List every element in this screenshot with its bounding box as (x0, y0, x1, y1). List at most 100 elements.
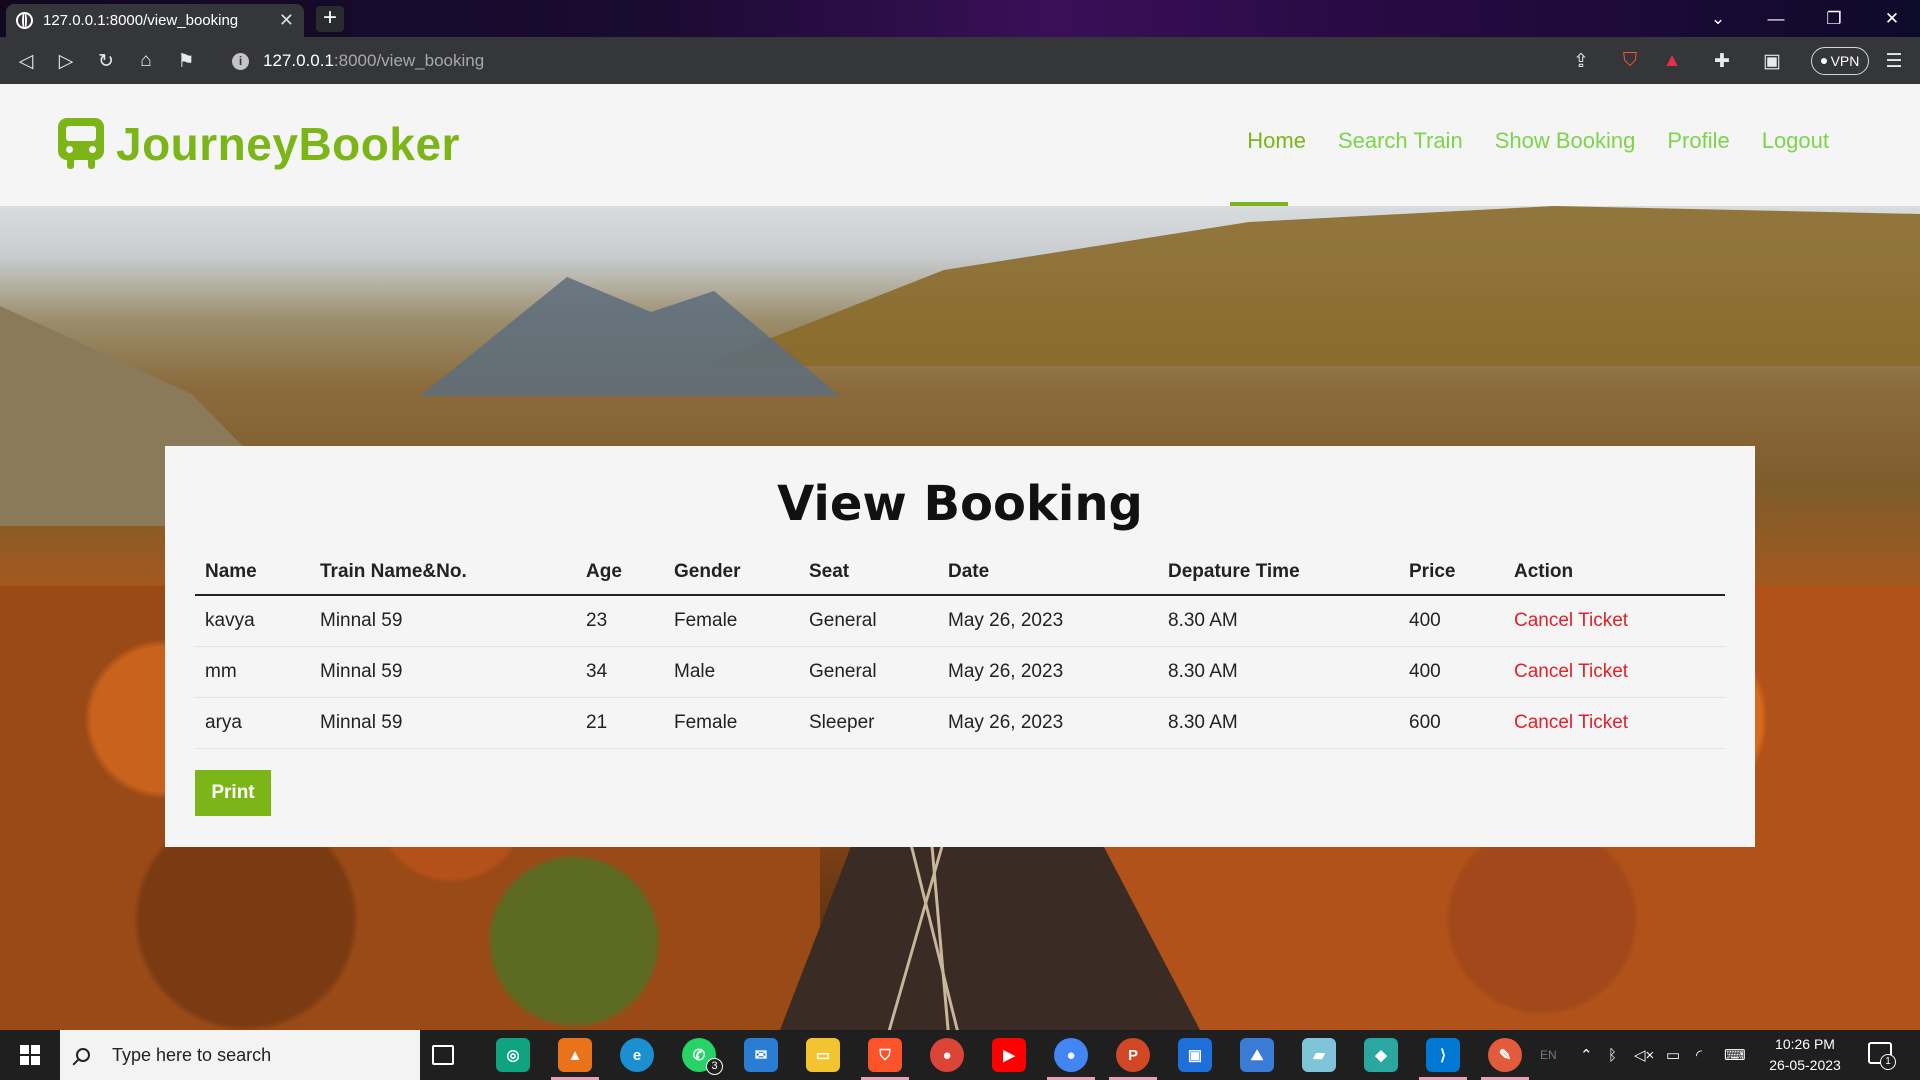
globe-icon (16, 12, 33, 29)
column-header: Seat (799, 550, 938, 596)
address-bar[interactable]: i 127.0.0.1 :8000/view_booking (218, 43, 1563, 79)
youtube-icon[interactable]: ▶ (992, 1038, 1026, 1072)
share-icon[interactable]: ⇪ (1565, 45, 1597, 77)
cell-name: kavya (195, 595, 310, 647)
nav-logout[interactable]: Logout (1762, 128, 1829, 154)
search-placeholder: Type here to search (112, 1044, 272, 1065)
booking-card: View Booking Name Train Name&No. Age Gen… (165, 446, 1755, 847)
wifi-icon[interactable]: ◜ (1696, 1030, 1702, 1080)
cell-price: 400 (1399, 646, 1504, 698)
powerpoint-icon[interactable]: P (1116, 1038, 1150, 1072)
show-hidden-icons-icon[interactable]: ⌃ (1580, 1030, 1593, 1080)
taskbar-search[interactable]: Type here to search (60, 1030, 420, 1080)
tab-close-button[interactable]: ✕ (279, 10, 294, 31)
snip-app-icon[interactable]: ◆ (1364, 1038, 1398, 1072)
site-info-icon[interactable]: i (232, 52, 249, 70)
back-icon[interactable]: ◁ (10, 45, 42, 77)
table-row: kavya Minnal 59 23 Female General May 26… (195, 595, 1725, 647)
brave-shield-icon[interactable]: ⛉ (1614, 45, 1646, 77)
tab-title: 127.0.0.1:8000/view_booking (43, 12, 239, 29)
vpn-label: VPN (1830, 53, 1860, 69)
browser-tab[interactable]: 127.0.0.1:8000/view_booking ✕ (6, 4, 304, 37)
chatgpt-icon[interactable]: ◎ (496, 1038, 530, 1072)
edge-icon[interactable]: e (620, 1038, 654, 1072)
task-view-icon[interactable] (432, 1045, 454, 1065)
file-explorer-icon[interactable]: ▭ (806, 1038, 840, 1072)
vpn-button[interactable]: VPN (1811, 47, 1869, 75)
restore-button[interactable]: ❐ (1806, 0, 1862, 37)
column-header: Depature Time (1158, 550, 1399, 596)
keyboard-icon[interactable]: ⌨ (1724, 1030, 1746, 1080)
cell-time: 8.30 AM (1158, 595, 1399, 647)
cancel-ticket-link[interactable]: Cancel Ticket (1514, 610, 1628, 631)
notes-app-icon[interactable]: ▰ (1302, 1038, 1336, 1072)
photos-icon[interactable]: ⛰ (1240, 1038, 1274, 1072)
browser-tabstrip: 127.0.0.1:8000/view_booking ✕ + ⌄ — ❐ ✕ (0, 0, 1920, 37)
vpn-status-icon (1820, 58, 1827, 64)
cell-name: mm (195, 646, 310, 698)
new-tab-button[interactable]: + (316, 6, 344, 32)
main-nav: Home Search Train Show Booking Profile L… (1247, 128, 1829, 154)
volume-muted-icon[interactable]: ◁× (1634, 1030, 1654, 1080)
table-row: mm Minnal 59 34 Male General May 26, 202… (195, 646, 1725, 698)
booking-table: Name Train Name&No. Age Gender Seat Date… (195, 550, 1725, 749)
start-button[interactable] (0, 1030, 60, 1080)
chrome-profile-icon[interactable]: ● (930, 1038, 964, 1072)
windows-logo-icon (20, 1045, 40, 1065)
cell-price: 600 (1399, 697, 1504, 749)
nav-profile[interactable]: Profile (1667, 128, 1729, 154)
nav-home[interactable]: Home (1247, 128, 1306, 154)
brave-browser-icon[interactable]: ⛉ (868, 1038, 902, 1072)
browser-toolbar: ◁ ▷ ↻ ⌂ ⚑ i 127.0.0.1 :8000/view_booking… (0, 37, 1920, 84)
tab-search-chevron-icon[interactable]: ⌄ (1690, 0, 1746, 37)
cell-time: 8.30 AM (1158, 646, 1399, 698)
brave-rewards-icon[interactable]: ▲ (1656, 45, 1688, 77)
cell-seat: Sleeper (799, 697, 938, 749)
brand-name: JourneyBooker (116, 118, 460, 170)
web-page: JourneyBooker Home Search Train Show Boo… (0, 84, 1920, 1030)
whatsapp-badge: 3 (706, 1058, 723, 1075)
column-header: Name (195, 550, 310, 596)
close-window-button[interactable]: ✕ (1864, 0, 1920, 37)
cell-age: 34 (576, 646, 664, 698)
forward-icon[interactable]: ▷ (50, 45, 82, 77)
print-button[interactable]: Print (195, 770, 271, 816)
mail-icon[interactable]: ✉ (744, 1038, 778, 1072)
cell-seat: General (799, 646, 938, 698)
column-header: Gender (664, 550, 799, 596)
battery-icon[interactable]: ▭ (1666, 1030, 1680, 1080)
paint-icon[interactable]: ✎ (1488, 1038, 1522, 1072)
menu-icon[interactable]: ☰ (1878, 45, 1910, 77)
extensions-icon[interactable]: ✚ (1706, 45, 1738, 77)
column-header: Train Name&No. (310, 550, 576, 596)
chrome-icon[interactable]: ● (1054, 1038, 1088, 1072)
nav-show-booking[interactable]: Show Booking (1495, 128, 1636, 154)
cancel-ticket-link[interactable]: Cancel Ticket (1514, 661, 1628, 682)
clock-date: 26-05-2023 (1769, 1057, 1841, 1073)
system-clock[interactable]: 10:26 PM 26-05-2023 (1750, 1034, 1860, 1076)
column-header: Action (1504, 550, 1725, 596)
bookmark-icon[interactable]: ⚑ (170, 45, 202, 77)
store-app-icon[interactable]: ▣ (1178, 1038, 1212, 1072)
bluetooth-icon[interactable]: ᛒ (1608, 1030, 1617, 1080)
column-header: Age (576, 550, 664, 596)
nav-search-train[interactable]: Search Train (1338, 128, 1463, 154)
train-icon (58, 118, 104, 170)
vscode-icon[interactable]: ⟩ (1426, 1038, 1460, 1072)
input-language[interactable]: EN (1540, 1030, 1557, 1080)
cell-gender: Male (664, 646, 799, 698)
column-header: Date (938, 550, 1158, 596)
office-app-icon[interactable]: ▲ (558, 1038, 592, 1072)
wallet-icon[interactable]: ▣ (1756, 45, 1788, 77)
cell-train: Minnal 59 (310, 697, 576, 749)
cancel-ticket-link[interactable]: Cancel Ticket (1514, 712, 1628, 733)
brand-logo[interactable]: JourneyBooker (58, 117, 460, 171)
cell-name: arya (195, 697, 310, 749)
home-icon[interactable]: ⌂ (130, 45, 162, 77)
cell-date: May 26, 2023 (938, 697, 1158, 749)
cell-age: 23 (576, 595, 664, 647)
reload-icon[interactable]: ↻ (90, 45, 122, 77)
cell-gender: Female (664, 697, 799, 749)
page-title: View Booking (777, 476, 1143, 532)
minimize-button[interactable]: — (1748, 0, 1804, 37)
